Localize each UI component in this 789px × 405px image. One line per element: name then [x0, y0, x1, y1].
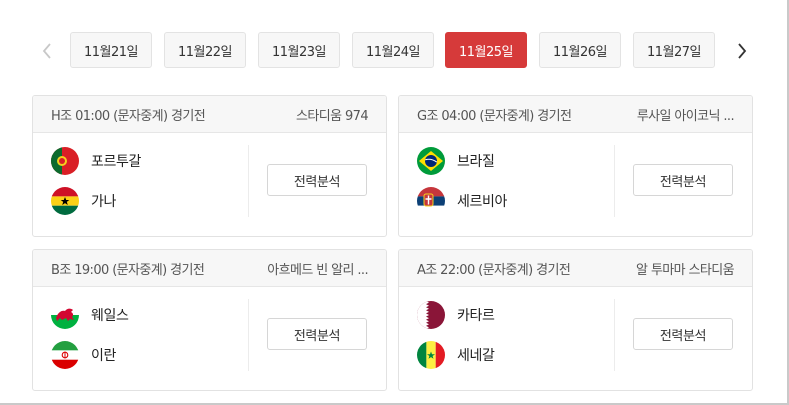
away-team[interactable]: 가나 — [51, 187, 116, 215]
chevron-left-icon[interactable] — [34, 32, 60, 70]
analysis-button[interactable]: 전력분석 — [267, 164, 367, 196]
home-team[interactable]: 포르투갈 — [51, 147, 141, 175]
match-header: H조 01:00 (문자중계) 경기전 스타디움 974 — [33, 96, 386, 133]
team-name: 이란 — [91, 348, 116, 364]
date-tab-4[interactable]: 11월24일 — [352, 32, 434, 68]
date-tab-2[interactable]: 11월22일 — [164, 32, 246, 68]
match-info: G조 04:00 (문자중계) 경기전 — [417, 108, 572, 124]
team-name: 웨일스 — [91, 308, 129, 324]
date-tab-1[interactable]: 11월21일 — [70, 32, 152, 68]
match-card: B조 19:00 (문자중계) 경기전 아흐메드 빈 알리 ... 웨일스 이란… — [32, 249, 387, 391]
ghana-flag-icon — [51, 187, 79, 215]
serbia-flag-icon — [417, 187, 445, 215]
home-team[interactable]: 카타르 — [417, 301, 495, 329]
match-info: A조 22:00 (문자중계) 경기전 — [417, 262, 571, 278]
match-header: B조 19:00 (문자중계) 경기전 아흐메드 빈 알리 ... — [33, 250, 386, 287]
match-card: G조 04:00 (문자중계) 경기전 루사일 아이코닉 ... 브라질 세르비… — [398, 95, 753, 237]
team-name: 카타르 — [457, 308, 495, 324]
match-venue: 루사일 아이코닉 ... — [636, 108, 734, 124]
team-name: 포르투갈 — [91, 154, 141, 170]
chevron-right-icon[interactable] — [729, 32, 755, 70]
senegal-flag-icon — [417, 341, 445, 369]
date-navigation: 11월21일 11월22일 11월23일 11월24일 11월25일 11월26… — [34, 32, 756, 70]
team-name: 브라질 — [457, 154, 495, 170]
team-name: 세네갈 — [457, 348, 495, 364]
date-tab-7[interactable]: 11월27일 — [633, 32, 715, 68]
analysis-button[interactable]: 전력분석 — [267, 318, 367, 350]
qatar-flag-icon — [417, 301, 445, 329]
analysis-button[interactable]: 전력분석 — [633, 318, 733, 350]
home-team[interactable]: 웨일스 — [51, 301, 129, 329]
iran-flag-icon — [51, 341, 79, 369]
home-team[interactable]: 브라질 — [417, 147, 495, 175]
date-tab-3[interactable]: 11월23일 — [258, 32, 340, 68]
match-venue: 아흐메드 빈 알리 ... — [267, 262, 368, 278]
brazil-flag-icon — [417, 147, 445, 175]
match-card: H조 01:00 (문자중계) 경기전 스타디움 974 포르투갈 가나 전력분… — [32, 95, 387, 237]
divider — [614, 145, 615, 217]
away-team[interactable]: 이란 — [51, 341, 116, 369]
divider — [248, 299, 249, 371]
wales-flag-icon — [51, 301, 79, 329]
team-name: 세르비아 — [457, 194, 507, 210]
date-tab-6[interactable]: 11월26일 — [539, 32, 621, 68]
match-info: H조 01:00 (문자중계) 경기전 — [51, 108, 206, 124]
portugal-flag-icon — [51, 147, 79, 175]
away-team[interactable]: 세르비아 — [417, 187, 507, 215]
analysis-button[interactable]: 전력분석 — [633, 164, 733, 196]
match-header: A조 22:00 (문자중계) 경기전 알 투마마 스타디움 — [399, 250, 752, 287]
away-team[interactable]: 세네갈 — [417, 341, 495, 369]
team-name: 가나 — [91, 194, 116, 210]
match-info: B조 19:00 (문자중계) 경기전 — [51, 262, 205, 278]
match-header: G조 04:00 (문자중계) 경기전 루사일 아이코닉 ... — [399, 96, 752, 133]
date-tab-5-active[interactable]: 11월25일 — [445, 32, 527, 68]
match-card: A조 22:00 (문자중계) 경기전 알 투마마 스타디움 카타르 세네갈 전… — [398, 249, 753, 391]
match-venue: 알 투마마 스타디움 — [636, 262, 734, 278]
match-venue: 스타디움 974 — [296, 108, 368, 124]
divider — [248, 145, 249, 217]
divider — [614, 299, 615, 371]
